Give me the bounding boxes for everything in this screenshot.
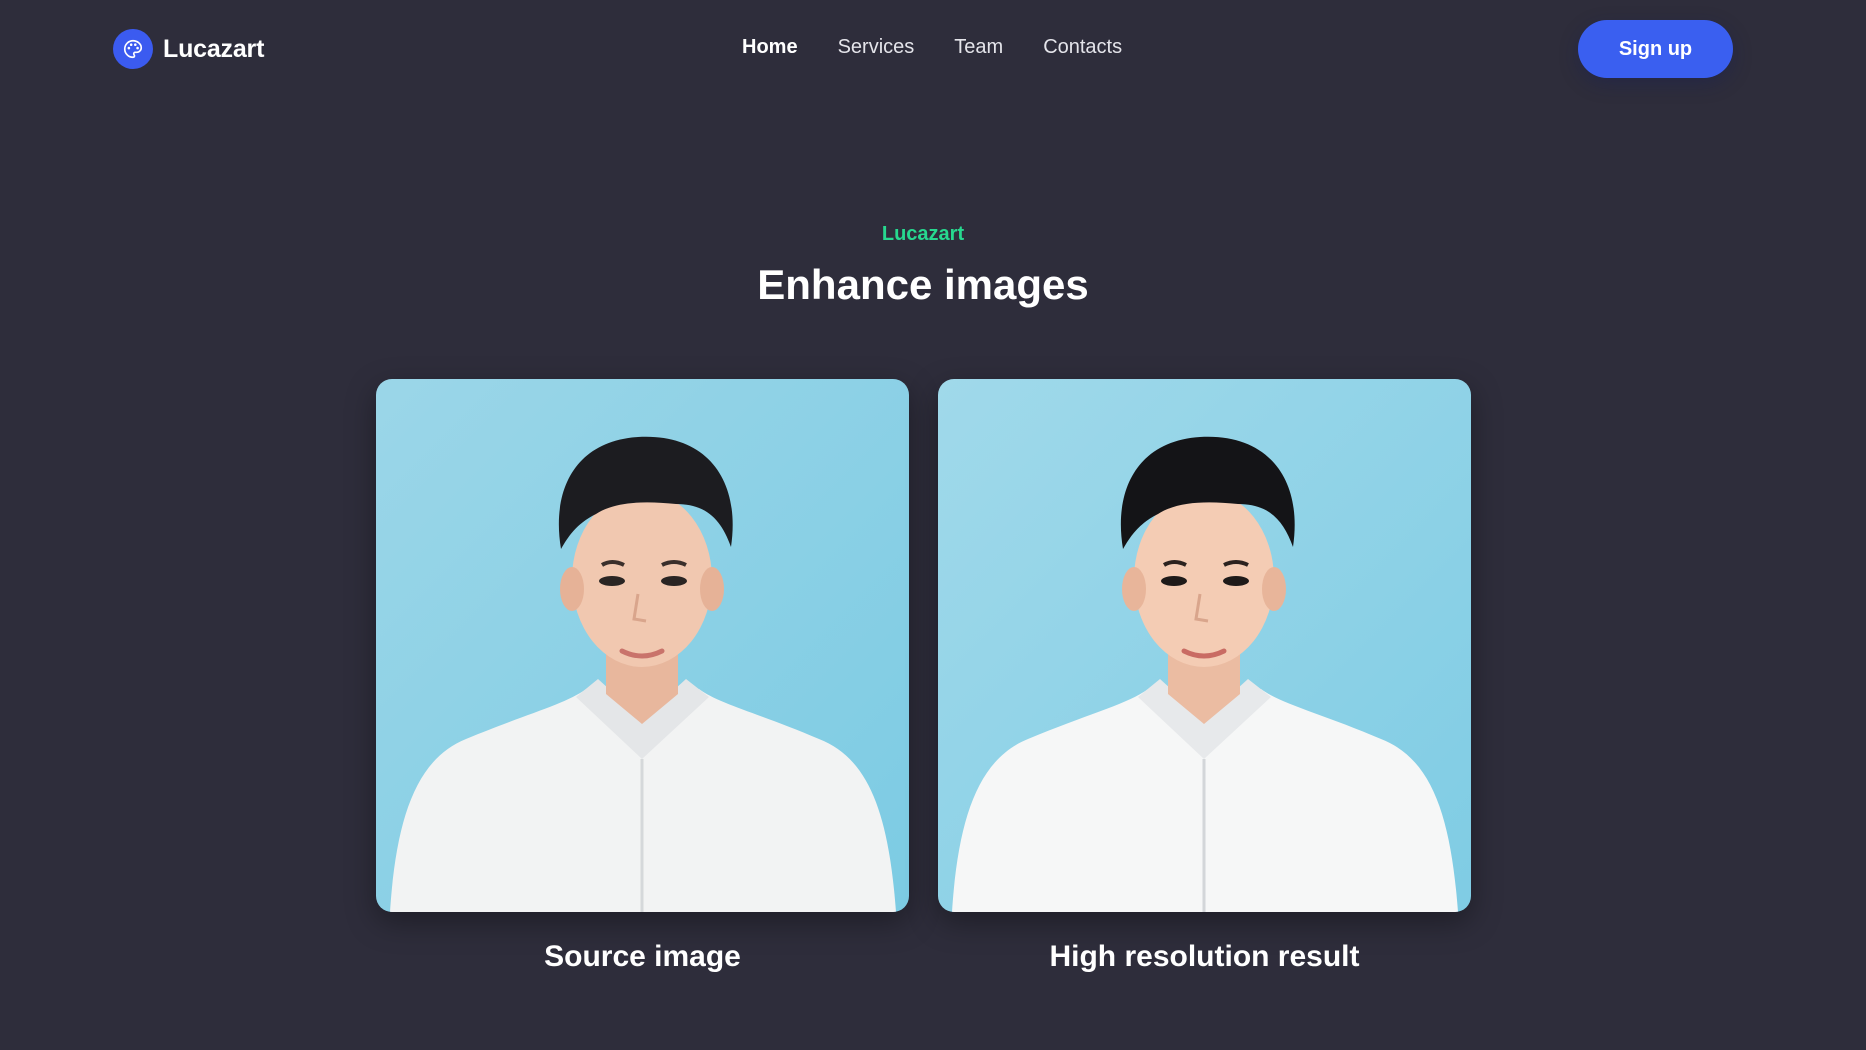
result-image-caption: High resolution result	[1049, 940, 1360, 973]
portrait-image-enhanced	[938, 379, 1471, 912]
source-image-caption: Source image	[544, 940, 741, 973]
nav-item-team[interactable]: Team	[954, 36, 1003, 59]
page-title: Enhance images	[757, 261, 1089, 308]
palette-icon	[113, 29, 153, 69]
signup-button[interactable]: Sign up	[1578, 20, 1733, 78]
portrait-image	[376, 379, 909, 912]
nav-item-contacts[interactable]: Contacts	[1043, 36, 1122, 59]
main-nav: Home Services Team Contacts	[742, 36, 1122, 59]
brand-name: Lucazart	[163, 34, 265, 63]
hero-eyebrow: Lucazart	[881, 223, 965, 245]
source-image	[376, 379, 909, 912]
result-image	[938, 379, 1471, 912]
navbar: Lucazart Home Services Team Contacts Sig…	[0, 0, 1866, 98]
nav-item-home[interactable]: Home	[742, 36, 798, 59]
nav-item-services[interactable]: Services	[838, 36, 915, 59]
brand-link[interactable]: Lucazart	[113, 29, 264, 69]
